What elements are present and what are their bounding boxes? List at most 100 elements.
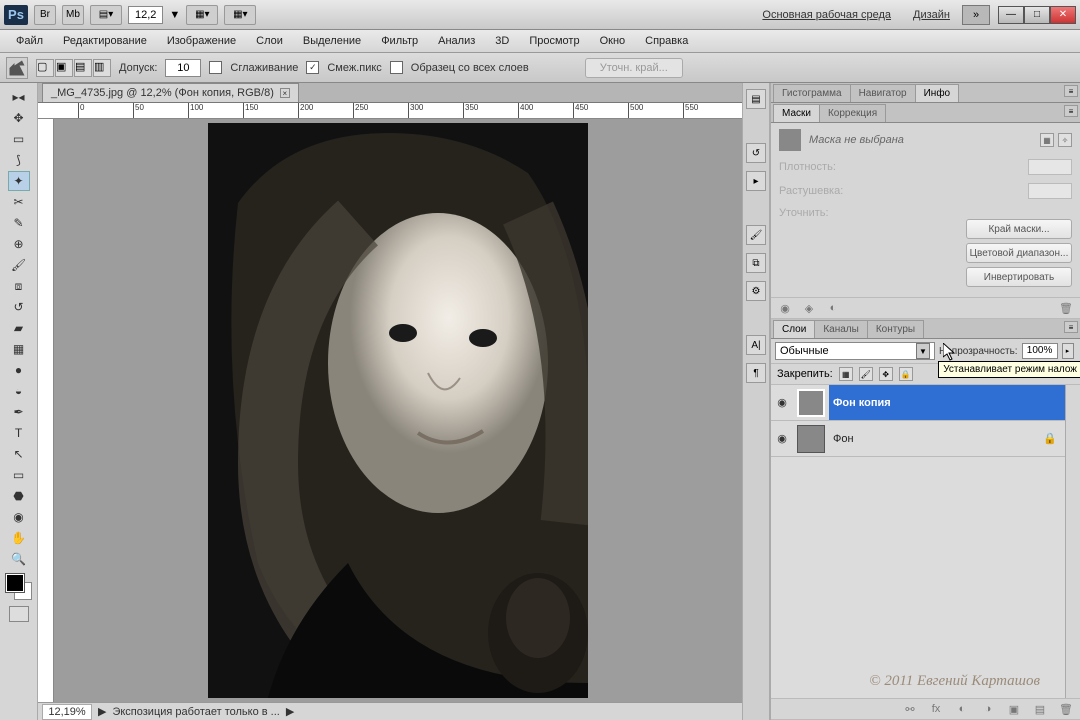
paragraph-panel-icon[interactable]: ¶ (746, 363, 766, 383)
document-tab-close-icon[interactable]: × (280, 88, 290, 98)
visibility-icon[interactable]: ◉ (771, 432, 793, 445)
feather-input[interactable] (1028, 183, 1072, 199)
dodge-tool[interactable]: ◒ (8, 381, 30, 401)
pixel-mask-icon[interactable]: ▦ (1040, 133, 1054, 147)
group-icon[interactable]: ▣ (1006, 702, 1022, 716)
tab-adjustments[interactable]: Коррекция (819, 104, 886, 122)
3d-camera-tool[interactable]: ◉ (8, 507, 30, 527)
menu-window[interactable]: Окно (590, 32, 636, 50)
menu-filter[interactable]: Фильтр (371, 32, 428, 50)
quick-mask-toggle[interactable] (9, 606, 29, 622)
status-zoom-field[interactable]: 12,19% (42, 704, 92, 720)
hand-tool[interactable]: ✋ (8, 528, 30, 548)
mask-trash-icon[interactable]: 🗑 (1058, 301, 1074, 315)
marquee-tool[interactable]: ▭ (8, 129, 30, 149)
opacity-input[interactable]: 100% (1022, 343, 1058, 359)
chevron-down-icon[interactable]: ▼ (916, 343, 930, 359)
visibility-icon[interactable]: ◉ (771, 396, 793, 409)
lock-position-icon[interactable]: ✥ (879, 367, 893, 381)
move-tool[interactable]: ✥ (8, 108, 30, 128)
arrange-dropdown[interactable]: ▦▾ (186, 5, 218, 25)
path-select-tool[interactable]: ↖ (8, 444, 30, 464)
menu-image[interactable]: Изображение (157, 32, 246, 50)
color-range-button[interactable]: Цветовой диапазон... (966, 243, 1072, 263)
delete-layer-icon[interactable]: 🗑 (1058, 702, 1074, 716)
tolerance-input[interactable]: 10 (165, 59, 201, 77)
tab-navigator[interactable]: Навигатор (850, 84, 916, 102)
healing-tool[interactable]: ⊕ (8, 234, 30, 254)
actions-panel-icon[interactable]: ▸ (746, 171, 766, 191)
adjustment-layer-icon[interactable]: ◑ (980, 702, 996, 716)
tab-layers[interactable]: Слои (773, 320, 815, 338)
panel-icon-1[interactable]: ▤ (746, 89, 766, 109)
panel-menu-icon[interactable]: ≡ (1064, 85, 1078, 97)
selection-new-icon[interactable]: ▢ (36, 59, 54, 77)
handle-icon[interactable]: ▸◂ (8, 87, 30, 107)
scrollbar[interactable] (1065, 385, 1080, 698)
mask-edge-button[interactable]: Край маски... (966, 219, 1072, 239)
tab-info[interactable]: Инфо (915, 84, 960, 102)
link-layers-icon[interactable]: ⚯ (902, 702, 918, 716)
zoom-tool[interactable]: 🔍 (8, 549, 30, 569)
clone-panel-icon[interactable]: ⧉ (746, 253, 766, 273)
tab-histogram[interactable]: Гистограмма (773, 84, 851, 102)
mask-select-icon[interactable]: ◈ (801, 301, 817, 315)
menu-view[interactable]: Просмотр (519, 32, 589, 50)
brush-tool[interactable]: 🖌 (8, 255, 30, 275)
menu-file[interactable]: Файл (6, 32, 53, 50)
menu-3d[interactable]: 3D (485, 32, 519, 50)
document-tab[interactable]: _MG_4735.jpg @ 12,2% (Фон копия, RGB/8) … (42, 83, 299, 102)
layer-row[interactable]: ◉ Фон🔒 (771, 421, 1065, 457)
vector-mask-icon[interactable]: ✧ (1058, 133, 1072, 147)
all-layers-checkbox[interactable] (390, 61, 403, 74)
bridge-icon[interactable]: Br (34, 5, 56, 25)
lock-pixels-icon[interactable]: 🖌 (859, 367, 873, 381)
new-layer-icon[interactable]: ▤ (1032, 702, 1048, 716)
layer-mask-icon[interactable]: ◐ (954, 702, 970, 716)
mask-apply-icon[interactable]: ◐ (825, 301, 841, 315)
zoom-arrow[interactable]: ▼ (169, 9, 180, 21)
window-close-button[interactable]: ✕ (1050, 6, 1076, 24)
menu-analysis[interactable]: Анализ (428, 32, 485, 50)
window-minimize-button[interactable]: — (998, 6, 1024, 24)
lasso-tool[interactable]: ⟆ (8, 150, 30, 170)
character-panel-icon[interactable]: A| (746, 335, 766, 355)
type-tool[interactable]: T (8, 423, 30, 443)
screen-mode-dropdown[interactable]: ▤▾ (90, 5, 122, 25)
refine-edge-button[interactable]: Уточн. край... (585, 58, 683, 78)
workspace-expand-button[interactable]: » (962, 5, 990, 25)
eyedropper-tool[interactable]: ✎ (8, 213, 30, 233)
history-panel-icon[interactable]: ↺ (746, 143, 766, 163)
extras-dropdown[interactable]: ▦▾ (224, 5, 256, 25)
tab-channels[interactable]: Каналы (814, 320, 868, 338)
blend-mode-dropdown[interactable]: Обычные ▼ (775, 342, 935, 360)
shape-tool[interactable]: ▭ (8, 465, 30, 485)
selection-add-icon[interactable]: ▣ (55, 59, 73, 77)
antialias-checkbox[interactable] (209, 61, 222, 74)
layer-thumb[interactable] (797, 425, 825, 453)
magic-wand-tool[interactable]: ✦ (8, 171, 30, 191)
tool-presets-panel-icon[interactable]: ⚙ (746, 281, 766, 301)
brushes-panel-icon[interactable]: 🖌 (746, 225, 766, 245)
menu-select[interactable]: Выделение (293, 32, 371, 50)
layer-fx-icon[interactable]: fx (928, 702, 944, 716)
tab-masks[interactable]: Маски (773, 104, 820, 122)
history-brush-tool[interactable]: ↺ (8, 297, 30, 317)
selection-subtract-icon[interactable]: ▤ (74, 59, 92, 77)
pen-tool[interactable]: ✒ (8, 402, 30, 422)
3d-tool[interactable]: ⬣ (8, 486, 30, 506)
contiguous-checkbox[interactable]: ✓ (306, 61, 319, 74)
workspace-design-link[interactable]: Дизайн (903, 5, 960, 25)
canvas[interactable] (54, 119, 742, 702)
window-maximize-button[interactable]: □ (1024, 6, 1050, 24)
zoom-display[interactable]: 12,2 (128, 6, 163, 24)
layer-thumb[interactable] (797, 389, 825, 417)
blur-tool[interactable]: ● (8, 360, 30, 380)
panel-menu-icon[interactable]: ≡ (1064, 105, 1078, 117)
layer-row[interactable]: ◉ Фон копия (771, 385, 1065, 421)
panel-menu-icon[interactable]: ≡ (1064, 321, 1078, 333)
menu-edit[interactable]: Редактирование (53, 32, 157, 50)
menu-layer[interactable]: Слои (246, 32, 293, 50)
eraser-tool[interactable]: ▰ (8, 318, 30, 338)
lock-transparent-icon[interactable]: ▦ (839, 367, 853, 381)
